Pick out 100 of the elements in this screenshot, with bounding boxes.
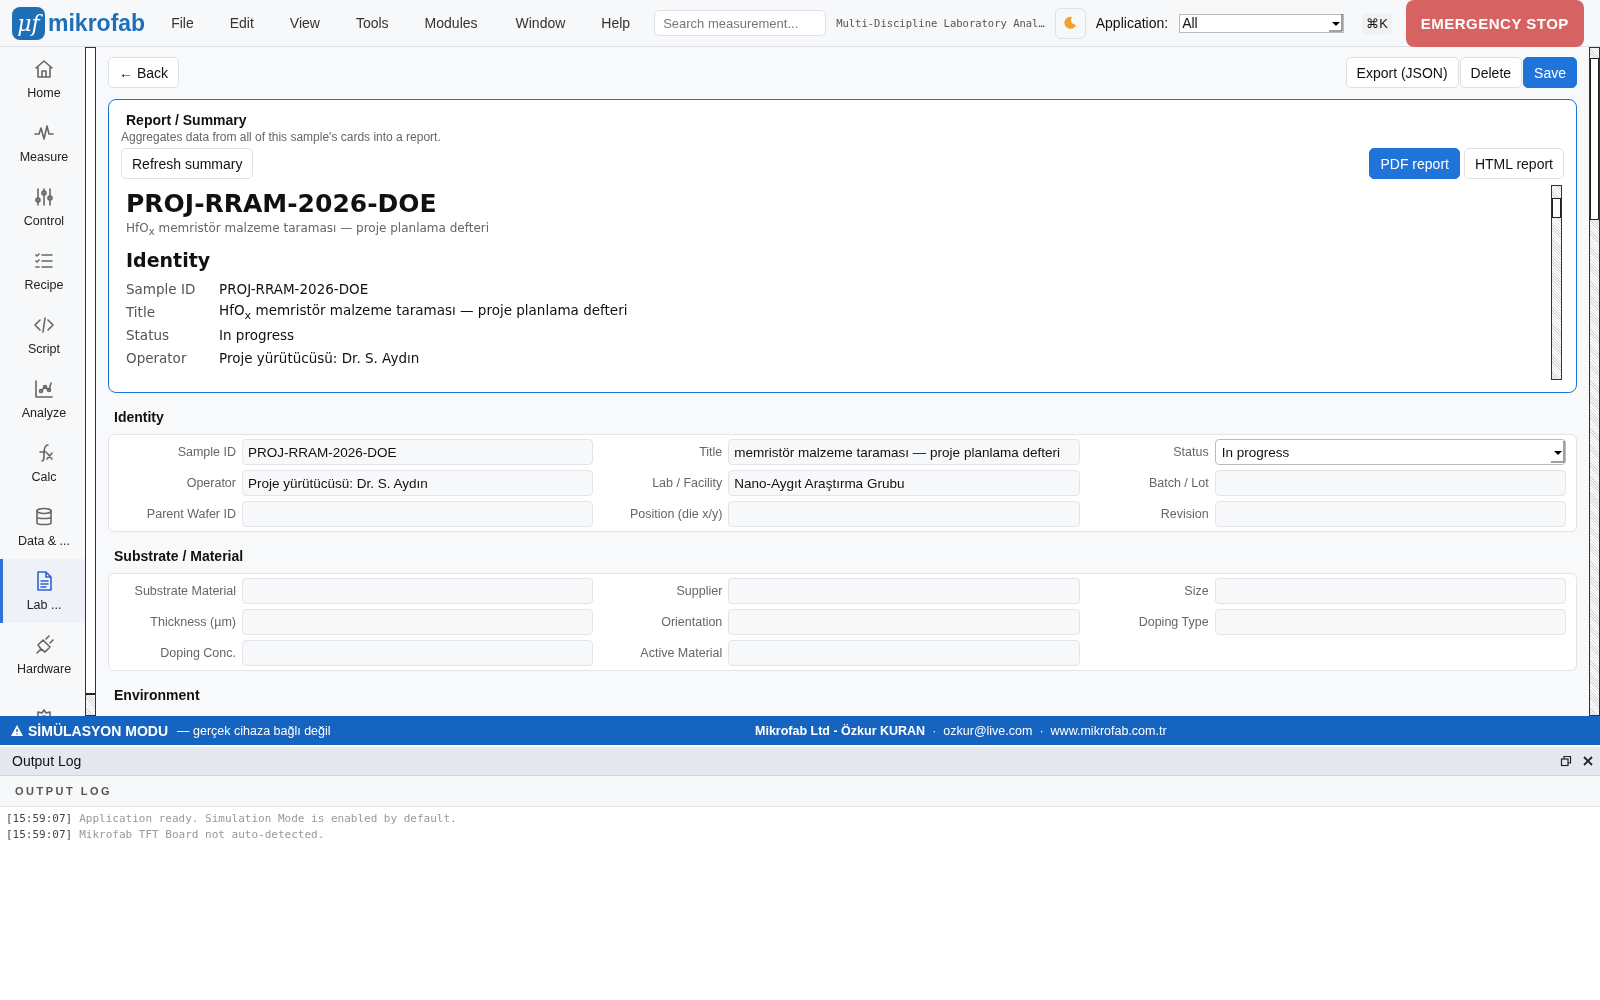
scrollbar[interactable]	[85, 47, 96, 716]
shortcut-hint: ⌘K	[1362, 12, 1392, 34]
toolbar-button[interactable]: Export (JSON)	[1345, 57, 1459, 88]
sidebar-item[interactable]: Analyze	[0, 367, 85, 431]
logo-text: mikrofab	[48, 9, 146, 37]
theme-toggle-button[interactable]	[1054, 7, 1086, 39]
field-label: Title	[126, 303, 156, 320]
sidebar-item[interactable]: Recipe	[0, 239, 85, 303]
application-select[interactable]: All	[1179, 13, 1345, 33]
sidebar-item[interactable]: Control	[0, 175, 85, 239]
menu-item[interactable]: Modules	[424, 11, 478, 35]
sidebar-item[interactable]: Measure	[0, 111, 85, 175]
email-link[interactable]: ozkur@live.com	[943, 723, 1033, 738]
input-field[interactable]	[1214, 609, 1566, 635]
back-button[interactable]: ← Back	[108, 57, 179, 88]
input-field[interactable]	[242, 609, 594, 635]
input-field[interactable]	[242, 501, 594, 527]
website-link[interactable]: www.mikrofab.com.tr	[1050, 723, 1167, 738]
mode-label: SİMÜLASYON MODU	[28, 722, 168, 739]
field-label: Parent Wafer ID	[145, 507, 237, 521]
restore-icon[interactable]	[1560, 755, 1572, 767]
field-label: Title	[698, 445, 724, 459]
separator: ·	[932, 723, 937, 738]
report-button[interactable]: HTML report	[1463, 148, 1564, 179]
input-field[interactable]: Proje yürütücüsü: Dr. S. Aydın	[242, 470, 594, 496]
field-label: Orientation	[660, 615, 724, 629]
field-value: In progress	[219, 326, 295, 343]
separator: ·	[1039, 723, 1044, 738]
application-label: Application:	[1095, 15, 1169, 31]
field-label: Size	[1183, 584, 1210, 598]
search-field[interactable]: Search measurement...	[654, 10, 827, 36]
control-icon	[33, 186, 55, 208]
log-timestamp: [15:59:07]	[6, 811, 73, 827]
refresh-button[interactable]: Refresh summary	[121, 148, 254, 179]
field-value: HfO$_{x}$ memristör malzeme taraması — proje planlama defteri	[219, 302, 628, 322]
close-icon[interactable]	[1582, 755, 1594, 767]
log-message: Mikrofab TFT Board not auto-detected.	[79, 827, 325, 843]
menu-item[interactable]: Window	[515, 11, 566, 35]
input-field[interactable]	[1214, 501, 1566, 527]
card-description: Aggregates data from all of this sample's cards into a report.	[121, 130, 442, 144]
field-label: Operator	[185, 476, 237, 490]
status-select[interactable]: In progress	[1214, 439, 1566, 465]
sidebar-item[interactable]: Data & ...	[0, 495, 85, 559]
hardware-icon	[33, 634, 55, 656]
card-title: Report / Summary	[126, 112, 248, 128]
report-button[interactable]: PDF report	[1369, 148, 1460, 179]
dropdown-arrow-icon	[1551, 441, 1565, 463]
menu-item[interactable]: Tools	[355, 11, 389, 35]
mode-note: — gerçek cihaza bağlı değil	[177, 723, 331, 738]
input-field[interactable]	[242, 578, 594, 604]
field-label: Position (die x/y)	[628, 507, 724, 521]
toolbar-button[interactable]: Delete	[1459, 57, 1523, 88]
emergency-stop-button[interactable]: EMERGENCY STOP	[1405, 0, 1584, 47]
document-title: Multi-Discipline Laboratory Anal…	[836, 17, 1045, 29]
input-field[interactable]	[728, 609, 1080, 635]
input-field[interactable]	[1214, 578, 1566, 604]
field-label: Revision	[1159, 507, 1210, 521]
field-label: Sample ID	[126, 280, 197, 297]
company-name: Mikrofab Ltd - Özkur KURAN	[755, 723, 926, 738]
menu-item[interactable]: Edit	[229, 11, 254, 35]
logo-mark: μf	[12, 6, 45, 40]
scrollbar[interactable]	[1589, 47, 1600, 716]
field-label: Doping Conc.	[159, 646, 237, 660]
save-button[interactable]: Save	[1523, 57, 1577, 88]
menu-item[interactable]: Help	[601, 11, 631, 35]
field-label: Substrate Material	[133, 584, 237, 598]
section-title: Substrate / Material	[114, 548, 245, 564]
log-message: Application ready. Simulation Mode is enabled by default.	[79, 811, 457, 827]
sidebar-item[interactable]: Home	[0, 47, 85, 111]
field-label: Status	[1172, 445, 1210, 459]
section-title: Environment	[114, 687, 201, 703]
log-heading: OUTPUT LOG	[0, 776, 1600, 807]
input-field[interactable]: Nano-Aygıt Araştırma Grubu	[728, 470, 1080, 496]
input-field[interactable]	[1214, 470, 1566, 496]
input-field[interactable]	[728, 578, 1080, 604]
input-field[interactable]: PROJ-RRAM-2026-DOE	[242, 439, 594, 465]
script-icon	[33, 314, 55, 336]
field-label: Thickness (µm)	[149, 615, 237, 629]
panel-title: Output Log	[12, 753, 82, 769]
sidebar-item[interactable]: Hardware	[0, 623, 85, 687]
field-label: Doping Type	[1137, 615, 1210, 629]
sidebar-item[interactable]: Calc	[0, 431, 85, 495]
section-title: Identity	[114, 409, 165, 425]
menu-item[interactable]: View	[289, 11, 320, 35]
field-value: Proje yürütücüsü: Dr. S. Aydın	[219, 349, 420, 366]
field-label: Lab / Facility	[651, 476, 724, 490]
data-icon	[33, 506, 55, 528]
input-field[interactable]	[728, 501, 1080, 527]
sidebar-item[interactable]: Lab ...	[0, 559, 85, 623]
menu-item[interactable]: File	[171, 11, 194, 35]
sidebar-item[interactable]: Script	[0, 303, 85, 367]
log-timestamp: [15:59:07]	[6, 827, 73, 843]
input-field[interactable]	[728, 640, 1080, 666]
report-subtitle: HfO$_{x}$ memristör malzeme taraması — proje planlama defteri	[126, 221, 491, 238]
home-icon	[33, 58, 55, 80]
input-field[interactable]: memristör malzeme taraması — proje planlama defteri	[728, 439, 1080, 465]
field-label: Active Material	[639, 646, 724, 660]
input-field[interactable]	[242, 640, 594, 666]
section-heading: Identity	[126, 249, 212, 272]
scrollbar[interactable]	[1551, 185, 1562, 380]
